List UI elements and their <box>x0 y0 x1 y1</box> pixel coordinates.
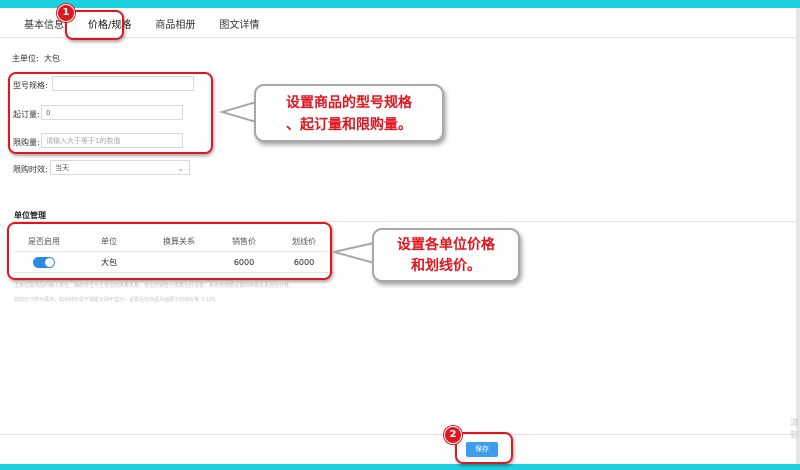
chevron-down-icon: ⌄ <box>177 164 184 173</box>
main-unit-label: 主单位: <box>12 54 39 63</box>
list-price-note: 划线价只作为展示，如划线价低于销售价则不显示，设置后在商品页面展示划线价格 ￥1… <box>14 297 221 303</box>
scrollbar[interactable] <box>796 8 800 464</box>
annotation-badge: 2 <box>444 426 462 444</box>
tab-graphic-details[interactable]: 图文详情 <box>215 14 263 38</box>
side-ghost-text: 到 <box>790 431 800 441</box>
annotation-box-units <box>7 222 332 280</box>
callout-form: 设置商品的型号规格 、起订量和限购量。 <box>254 84 444 142</box>
tab-bar: 基本信息 价格/规格 商品相册 图文详情 <box>20 14 263 38</box>
limit-period-value: 当天 <box>55 164 69 172</box>
section-title: 单位管理 <box>14 211 46 220</box>
main-unit-value: 大包 <box>44 54 60 63</box>
limit-period-label: 限购时效: <box>13 165 48 174</box>
bottom-accent-band <box>0 464 800 470</box>
footer-divider <box>0 434 800 435</box>
annotation-box-form <box>8 72 213 154</box>
limit-period-select[interactable]: 当天 ⌄ <box>50 160 190 175</box>
annotation-box-save <box>455 432 513 464</box>
annotation-badge: 1 <box>57 4 75 22</box>
top-accent-band <box>0 0 800 8</box>
unit-note: 主单位是商品的最小单位，辅助单位与主单位的换算关系，单位的销售价需要在此设置，系… <box>14 283 295 289</box>
callout-units: 设置各单位价格 和划线价。 <box>372 228 520 282</box>
tab-product-album[interactable]: 商品相册 <box>151 14 199 38</box>
